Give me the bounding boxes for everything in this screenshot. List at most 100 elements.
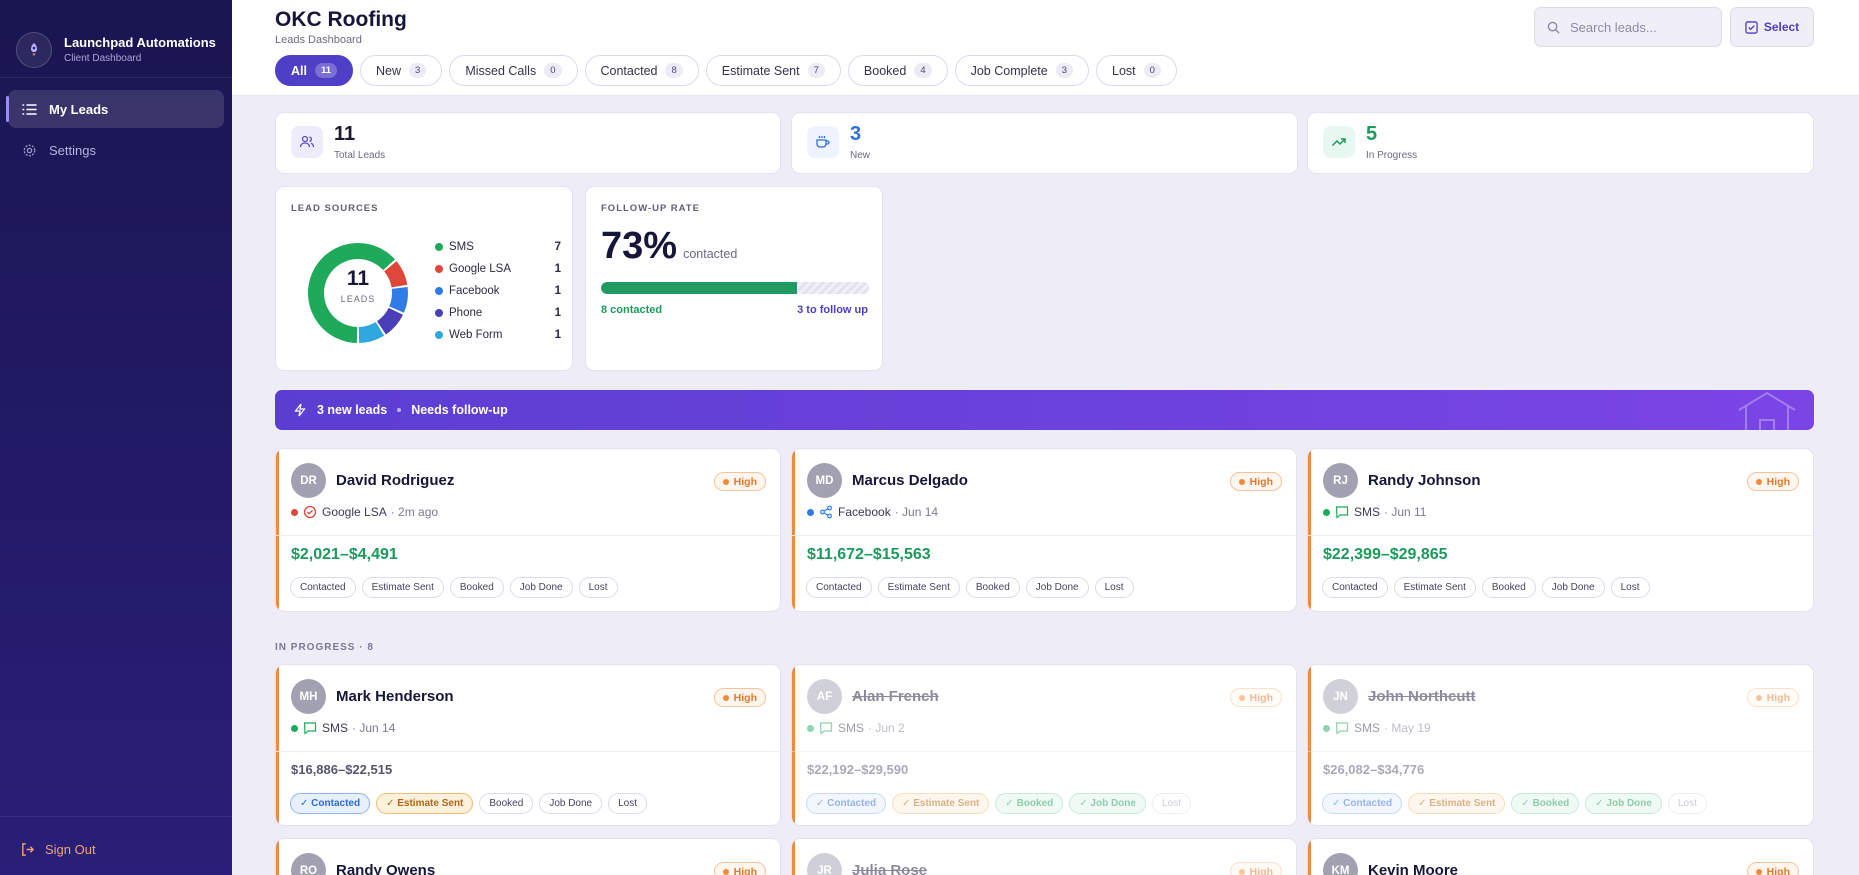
- donut-total: 11: [346, 267, 370, 290]
- step-estimate-sent[interactable]: ✓ Estimate Sent: [892, 793, 990, 814]
- step-estimate-sent[interactable]: Estimate Sent: [877, 577, 960, 598]
- legend-value: 1: [554, 285, 561, 297]
- banner-needs-follow-up: Needs follow-up: [411, 403, 508, 417]
- source-name: Facebook: [838, 505, 891, 519]
- step-lost[interactable]: Lost: [578, 577, 618, 598]
- step-booked[interactable]: Booked: [449, 577, 504, 598]
- tab-booked[interactable]: Booked 4: [847, 55, 948, 86]
- step-estimate-sent[interactable]: ✓ Estimate Sent: [376, 793, 474, 814]
- step-job-done[interactable]: Job Done: [509, 577, 573, 598]
- tab-all[interactable]: All 11: [275, 55, 354, 86]
- lead-source: Facebook · Jun 14: [807, 505, 938, 519]
- contacted-count: 8 contacted: [601, 304, 663, 316]
- lead-card[interactable]: MH Mark Henderson High SMS · Jun 14 $16,…: [275, 664, 781, 826]
- source-dot: [1323, 508, 1330, 516]
- legend-label: Facebook: [449, 285, 500, 297]
- step-lost[interactable]: Lost: [1094, 577, 1134, 598]
- follow-up-suffix: contacted: [683, 247, 738, 261]
- tab-new[interactable]: New 3: [360, 55, 443, 86]
- tab-missed-calls[interactable]: Missed Calls 0: [449, 55, 578, 86]
- step-job-done[interactable]: ✓ Job Done: [1585, 793, 1662, 814]
- lead-sources-donut-chart: [308, 243, 408, 343]
- step-estimate-sent[interactable]: Estimate Sent: [361, 577, 444, 598]
- tab-label: Contacted: [600, 63, 658, 78]
- lead-card[interactable]: MD Marcus Delgado High Facebook · Jun 14…: [791, 448, 1297, 612]
- lead-card[interactable]: DR David Rodriguez High Google LSA · 2m …: [275, 448, 781, 612]
- tab-label: Job Complete: [970, 63, 1048, 78]
- step-estimate-sent[interactable]: ✓ Estimate Sent: [1408, 793, 1506, 814]
- tab-label: Lost: [1112, 63, 1136, 78]
- source-dot: [291, 724, 298, 732]
- price-range: $22,399–$29,865: [1323, 546, 1448, 563]
- legend-item-facebook: Facebook 1: [435, 285, 561, 297]
- step-booked[interactable]: Booked: [1481, 577, 1536, 598]
- step-lost[interactable]: Lost: [608, 793, 648, 814]
- step-job-done[interactable]: Job Done: [1541, 577, 1605, 598]
- tab-count: 11: [314, 63, 338, 78]
- sidebar-item-my-leads[interactable]: My Leads: [6, 90, 224, 128]
- follow-up-rate-card: FOLLOW-UP RATE 73% contacted 8 contacted…: [585, 186, 883, 371]
- sidebar-divider: [0, 816, 232, 817]
- lead-time: · May 19: [1384, 721, 1431, 735]
- lightning-icon: [294, 403, 306, 417]
- step-label: Job Done: [1606, 798, 1652, 809]
- follow-up-count: 3 to follow up: [797, 304, 868, 316]
- priority-badge: High: [1229, 862, 1282, 875]
- lead-card[interactable]: JR Julia Rose High: [791, 838, 1297, 875]
- sidebar-item-settings[interactable]: Settings: [8, 131, 224, 169]
- lead-card[interactable]: RJ Randy Johnson High SMS · Jun 11 $22,3…: [1307, 448, 1814, 612]
- step-booked[interactable]: Booked: [965, 577, 1020, 598]
- tab-label: New: [376, 63, 402, 78]
- priority-badge: High: [1229, 688, 1282, 707]
- brand: Launchpad Automations Client Dashboard: [0, 0, 232, 78]
- step-booked[interactable]: ✓ Booked: [1511, 793, 1580, 814]
- select-label: Select: [1763, 20, 1800, 34]
- step-label: Booked: [1532, 798, 1570, 809]
- search-icon: [1547, 21, 1560, 34]
- lead-card[interactable]: AF Alan French High SMS · Jun 2 $22,192–…: [791, 664, 1297, 826]
- lead-card[interactable]: KM Kevin Moore High: [1307, 838, 1814, 875]
- sign-out-button[interactable]: Sign Out: [20, 842, 96, 857]
- tab-estimate-sent[interactable]: Estimate Sent 7: [705, 55, 841, 86]
- step-booked[interactable]: Booked: [479, 793, 534, 814]
- tab-lost[interactable]: Lost 0: [1096, 55, 1177, 86]
- priority-badge: High: [1746, 862, 1799, 875]
- lead-time: · Jun 2: [868, 721, 905, 735]
- step-estimate-sent[interactable]: Estimate Sent: [1393, 577, 1476, 598]
- step-label: Estimate Sent: [397, 798, 464, 809]
- step-contacted[interactable]: ✓ Contacted: [1322, 793, 1403, 814]
- step-contacted[interactable]: Contacted: [806, 577, 872, 598]
- step-job-done[interactable]: ✓ Job Done: [1069, 793, 1146, 814]
- step-job-done[interactable]: Job Done: [539, 793, 603, 814]
- step-contacted[interactable]: Contacted: [1322, 577, 1388, 598]
- lead-card[interactable]: JN John Northcutt High SMS · May 19 $26,…: [1307, 664, 1814, 826]
- google-badge-icon: [303, 505, 317, 519]
- step-lost[interactable]: Lost: [1151, 793, 1191, 814]
- step-lost[interactable]: Lost: [1667, 793, 1707, 814]
- step-contacted[interactable]: ✓ Contacted: [290, 793, 371, 814]
- source-name: SMS: [322, 721, 349, 735]
- stat-label: New: [850, 150, 871, 161]
- lead-card[interactable]: RO Randy Owens High: [275, 838, 781, 875]
- follow-up-percent: 73%: [601, 225, 678, 267]
- step-label: Contacted: [311, 798, 361, 809]
- priority-badge: High: [1746, 472, 1799, 491]
- step-contacted[interactable]: ✓ Contacted: [806, 793, 887, 814]
- tab-contacted[interactable]: Contacted 8: [584, 55, 699, 86]
- in-progress-section-title: IN PROGRESS · 8: [275, 642, 374, 653]
- tab-count: 0: [544, 63, 562, 78]
- tab-count: 8: [665, 63, 683, 78]
- legend-item-google-lsa: Google LSA 1: [435, 263, 561, 275]
- step-contacted[interactable]: Contacted: [290, 577, 356, 598]
- step-booked[interactable]: ✓ Booked: [995, 793, 1064, 814]
- legend-dot: [435, 287, 443, 295]
- select-button[interactable]: Select: [1730, 7, 1814, 47]
- search-input[interactable]: Search leads...: [1534, 7, 1722, 47]
- source-dot: [1323, 724, 1330, 732]
- avatar: MD: [807, 463, 842, 498]
- step-lost[interactable]: Lost: [1610, 577, 1650, 598]
- tab-count: 4: [914, 63, 932, 78]
- priority-badge: High: [713, 862, 766, 875]
- tab-job-complete[interactable]: Job Complete 3: [954, 55, 1090, 86]
- step-job-done[interactable]: Job Done: [1025, 577, 1089, 598]
